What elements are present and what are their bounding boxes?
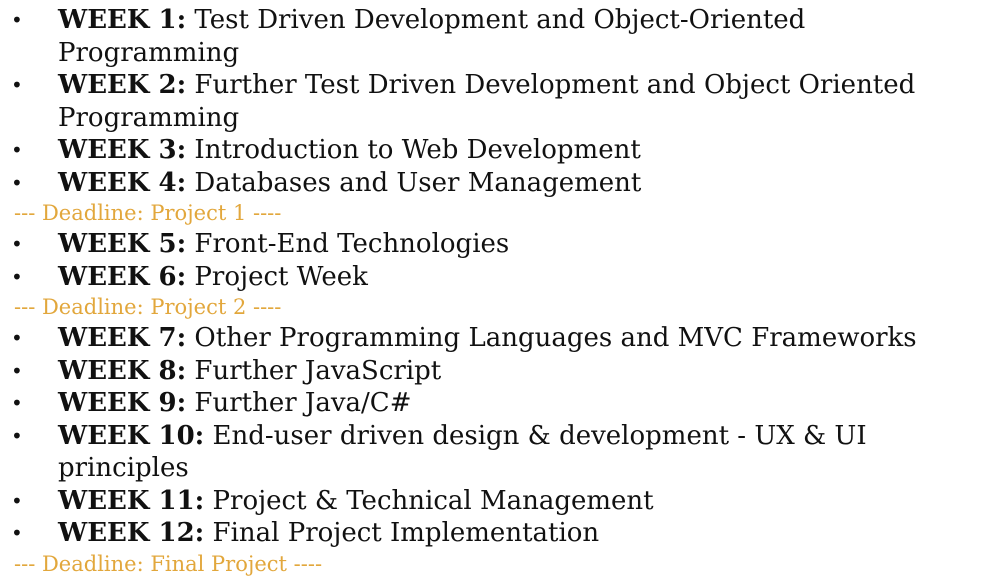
week-label: WEEK 10: (58, 420, 205, 451)
week-item: • WEEK 1: Test Driven Development and Ob… (0, 4, 999, 69)
week-label: WEEK 1: (58, 5, 187, 35)
week-item: • WEEK 5: Front-End Technologies (0, 228, 999, 261)
week-topic: Introduction to Web Development (186, 135, 641, 165)
week-item: • WEEK 2: Further Test Driven Developmen… (0, 69, 999, 134)
week-label: WEEK 8: (58, 355, 187, 386)
bullet-icon: • (11, 488, 23, 513)
week-item: • WEEK 3: Introduction to Web Developmen… (0, 134, 999, 167)
week-label: WEEK 12: (58, 518, 205, 548)
week-topic: Project & Technical Management (204, 485, 654, 516)
week-topic: Further Test Driven Development and Obje… (58, 70, 916, 133)
week-topic: Front-End Technologies (186, 229, 510, 259)
week-topic: Further JavaScript (186, 355, 442, 386)
week-label: WEEK 4: (58, 167, 187, 198)
week-item: • WEEK 11: Project & Technical Managemen… (0, 485, 999, 518)
week-topic: Project Week (186, 261, 368, 292)
bullet-icon: • (11, 391, 23, 415)
deadline-marker: --- Deadline: Final Project ---- (14, 551, 323, 576)
week-item: • WEEK 7: Other Programming Languages an… (0, 322, 999, 355)
week-label: WEEK 11: (58, 485, 205, 516)
week-topic: Databases and User Management (186, 167, 642, 198)
bullet-icon: • (11, 170, 23, 195)
week-topic: Final Project Implementation (204, 518, 600, 548)
course-schedule-list: • WEEK 1: Test Driven Development and Ob… (0, 4, 999, 579)
bullet-icon: • (11, 326, 23, 350)
bullet-icon: • (11, 73, 23, 97)
week-item: • WEEK 4: Databases and User Management (0, 167, 999, 200)
week-label: WEEK 9: (58, 388, 187, 418)
week-item: • WEEK 6: Project Week (0, 261, 999, 294)
bullet-icon: • (11, 232, 23, 256)
deadline-marker: --- Deadline: Project 2 ---- (14, 295, 282, 319)
bullet-icon: • (11, 423, 23, 448)
week-topic: Other Programming Languages and MVC Fram… (186, 323, 917, 353)
bullet-icon: • (11, 358, 23, 383)
week-topic: Further Java/C# (186, 388, 412, 418)
week-label: WEEK 2: (58, 70, 187, 100)
bullet-icon: • (11, 138, 23, 162)
week-label: WEEK 3: (58, 135, 187, 165)
bullet-icon: • (11, 8, 23, 32)
week-label: WEEK 7: (58, 323, 187, 353)
bullet-icon: • (11, 264, 23, 289)
deadline-marker: --- Deadline: Project 1 ---- (14, 201, 282, 225)
week-item: • WEEK 10: End-user driven design & deve… (0, 420, 999, 485)
week-label: WEEK 5: (58, 229, 187, 259)
week-item: • WEEK 8: Further JavaScript (0, 355, 999, 388)
week-item: • WEEK 9: Further Java/C# (0, 387, 999, 420)
week-label: WEEK 6: (58, 261, 187, 292)
